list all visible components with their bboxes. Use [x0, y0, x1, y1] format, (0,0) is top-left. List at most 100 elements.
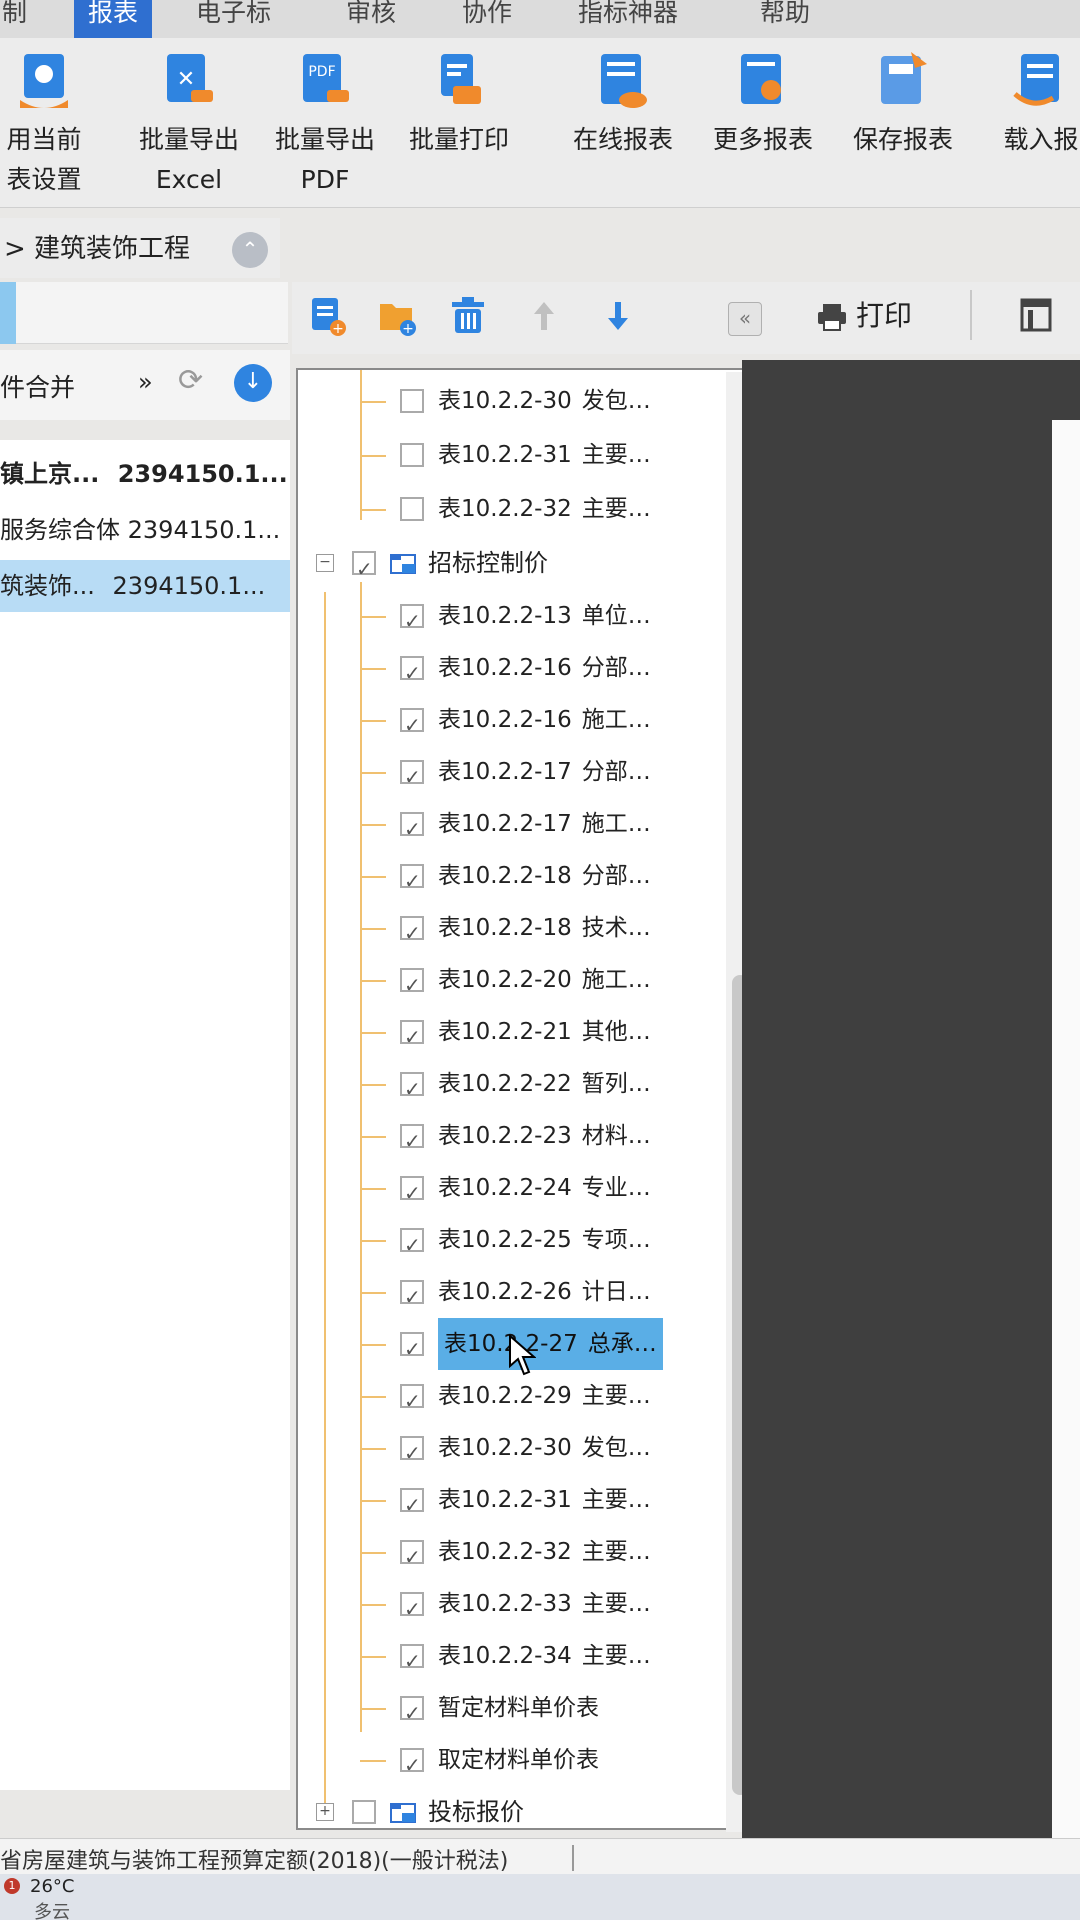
menu-item-control[interactable]: 制 [2, 0, 27, 38]
tree-item[interactable]: 表10.2.2-30 发包… [298, 374, 758, 428]
checkbox[interactable] [400, 803, 424, 855]
checkbox[interactable] [400, 1739, 424, 1791]
move-down-icon[interactable] [596, 294, 640, 338]
report-name: 主要… [581, 1591, 651, 1617]
collapse-icon[interactable]: − [316, 554, 334, 572]
checkbox[interactable] [400, 443, 424, 467]
print-button[interactable]: 打印 [816, 296, 912, 336]
load-report-button[interactable]: 载入报 [986, 38, 1080, 198]
tree-item[interactable]: 表10.2.2-16 施工… [298, 694, 758, 751]
checkbox[interactable] [400, 1635, 424, 1687]
checkbox[interactable] [352, 1800, 376, 1824]
refresh-icon[interactable]: ⟳ [178, 366, 203, 396]
menu-item-e-bid[interactable]: 电子标 [196, 0, 271, 38]
checkbox[interactable] [400, 1271, 424, 1323]
tree-item[interactable]: 表10.2.2-31 主要… [298, 428, 758, 482]
checkbox[interactable] [400, 1167, 424, 1219]
tree-item[interactable]: 表10.2.2-18 技术… [298, 902, 758, 959]
tree-item[interactable]: 表10.2.2-23 材料… [298, 1110, 758, 1167]
checkbox[interactable] [400, 1583, 424, 1635]
menu-item-index-tool[interactable]: 指标神器 [578, 0, 678, 38]
ribbon-label: 批量导出 [138, 125, 239, 154]
download-icon[interactable]: ↓ [234, 364, 272, 402]
tree-item[interactable]: 表10.2.2-18 分部… [298, 850, 758, 907]
left-tab-indicator[interactable] [0, 282, 16, 344]
tree-item-label: 表10.2.2-32 主要… [438, 1526, 651, 1578]
tree-item[interactable]: 表10.2.2-32 主要… [298, 482, 758, 536]
checkbox[interactable] [400, 1687, 424, 1739]
collapse-left-icon[interactable]: « [728, 302, 762, 336]
checkbox[interactable] [400, 1115, 424, 1167]
checkbox[interactable] [400, 751, 424, 803]
checkbox[interactable] [400, 389, 424, 413]
add-folder-icon[interactable]: + [376, 294, 420, 338]
menu-item-help[interactable]: 帮助 [760, 0, 810, 38]
weather-temperature[interactable]: 26°C [30, 1876, 74, 1897]
batch-export-pdf-button[interactable]: PDF 批量导出 PDF [266, 38, 384, 198]
checkbox[interactable] [400, 699, 424, 751]
tree-item[interactable]: 表10.2.2-22 暂列… [298, 1058, 758, 1115]
tree-item[interactable]: 表10.2.2-33 主要… [298, 1578, 758, 1635]
tree-item[interactable]: 表10.2.2-29 主要… [298, 1370, 758, 1427]
delete-icon[interactable] [446, 294, 490, 338]
layout-icon[interactable] [1020, 298, 1052, 332]
tree-item[interactable]: 表10.2.2-30 发包… [298, 1422, 758, 1479]
collapse-up-icon[interactable]: ⌃ [232, 232, 268, 268]
tree-item[interactable]: 表10.2.2-31 主要… [298, 1474, 758, 1531]
checkbox[interactable] [400, 959, 424, 1011]
tree-item[interactable]: 表10.2.2-32 主要… [298, 1526, 758, 1583]
add-report-icon[interactable]: + [306, 294, 350, 338]
tree-item[interactable]: 表10.2.2-13 单位… [298, 590, 758, 647]
breadcrumb[interactable]: > 建筑装饰工程 [4, 228, 190, 265]
tree-group[interactable]: + 投标报价 [298, 1786, 758, 1828]
tree-item[interactable]: 表10.2.2-17 施工… [298, 798, 758, 855]
tree-item[interactable]: 表10.2.2-21 其他… [298, 1006, 758, 1063]
checkbox[interactable] [400, 647, 424, 699]
list-item[interactable]: 镇上京... 2394150.1... [0, 448, 290, 500]
checkbox[interactable] [400, 1323, 424, 1375]
tree-item[interactable]: 表10.2.2-34 主要… [298, 1630, 758, 1687]
weather-description[interactable]: 多云 [34, 1898, 70, 1920]
checkbox[interactable] [400, 1479, 424, 1531]
checkbox[interactable] [400, 595, 424, 647]
batch-export-excel-button[interactable]: ✕ 批量导出 Excel [130, 38, 248, 198]
report-code: 表10.2.2-17 [438, 759, 572, 785]
save-report-button[interactable]: 保存报表 [844, 38, 962, 198]
tree-item[interactable]: 表10.2.2-26 计日… [298, 1266, 758, 1323]
list-item[interactable]: 筑装饰... 2394150.1... [0, 560, 290, 612]
checkbox[interactable] [400, 1531, 424, 1583]
tree-item[interactable]: 表10.2.2-16 分部… [298, 642, 758, 699]
svg-text:+: + [402, 321, 414, 337]
checkbox[interactable] [400, 1219, 424, 1271]
checkbox[interactable] [400, 1063, 424, 1115]
more-reports-button[interactable]: 更多报表 [704, 38, 822, 198]
expand-icon[interactable]: + [316, 1803, 334, 1821]
apply-report-settings-button[interactable]: 用当前 表设置 [0, 38, 94, 198]
tree-item[interactable]: 表10.2.2-17 分部… [298, 746, 758, 803]
checkbox[interactable] [352, 542, 376, 596]
tree-item[interactable]: 表10.2.2-25 专项… [298, 1214, 758, 1271]
tree-group[interactable]: − 招标控制价 [298, 536, 758, 596]
list-item[interactable]: 服务综合体 2394150.1... [0, 504, 290, 556]
checkbox[interactable] [400, 497, 424, 521]
expand-more-icon[interactable]: » [138, 368, 153, 396]
menu-item-review[interactable]: 审核 [346, 0, 396, 38]
batch-print-button[interactable]: 批量打印 [400, 38, 518, 198]
report-name: 施工… [581, 811, 651, 837]
svg-text:✕: ✕ [177, 67, 195, 92]
online-report-button[interactable]: 在线报表 [564, 38, 682, 198]
checkbox[interactable] [400, 907, 424, 959]
tree-item[interactable]: 取定材料单价表 [298, 1734, 758, 1791]
checkbox[interactable] [400, 855, 424, 907]
tree-item[interactable]: 表10.2.2-24 专业… [298, 1162, 758, 1219]
file-merge-label[interactable]: 件合并 [0, 368, 75, 404]
menu-item-report[interactable]: 报表 [74, 0, 153, 38]
menu-item-collab[interactable]: 协作 [462, 0, 512, 38]
move-up-icon[interactable] [522, 294, 566, 338]
checkbox[interactable] [400, 1427, 424, 1479]
tree-item[interactable]: 暂定材料单价表 [298, 1682, 758, 1739]
tree-item[interactable]: 表10.2.2-20 施工… [298, 954, 758, 1011]
checkbox[interactable] [400, 1375, 424, 1427]
checkbox[interactable] [400, 1011, 424, 1063]
report-name: 专业… [581, 1175, 651, 1201]
